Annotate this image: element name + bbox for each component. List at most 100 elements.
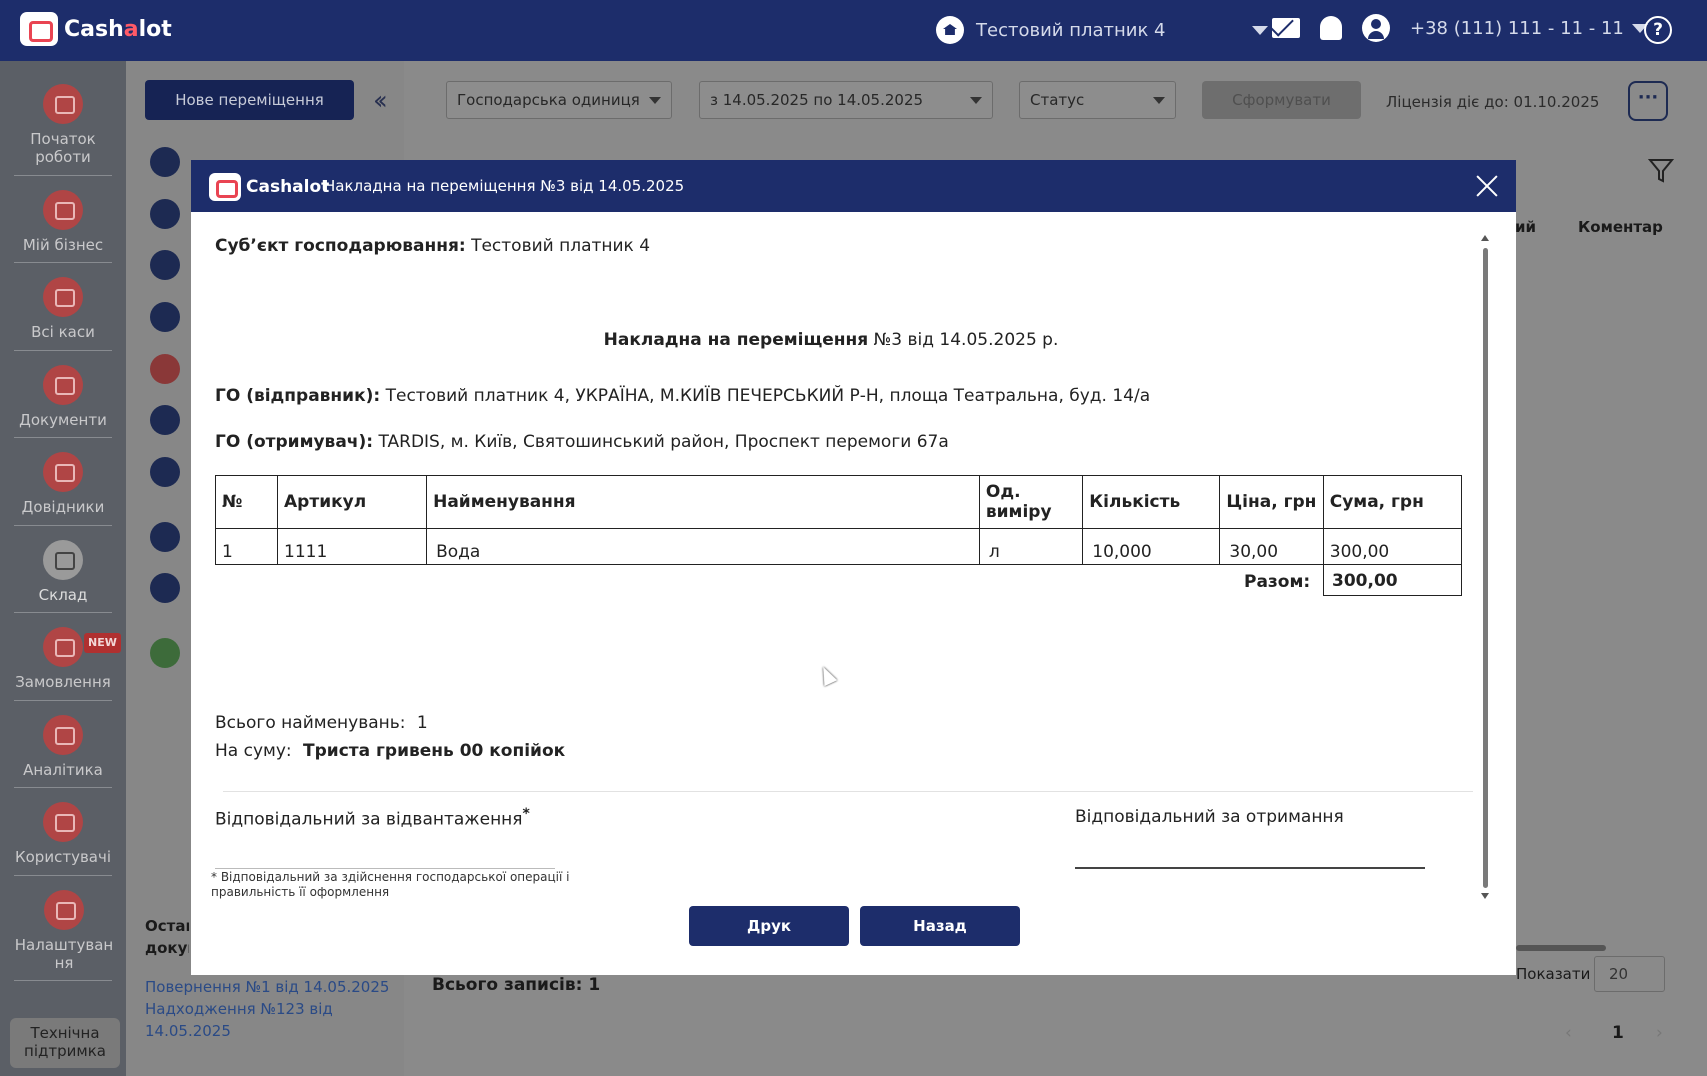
cell-name: Вода: [426, 528, 980, 565]
vertical-scrollbar[interactable]: [1483, 248, 1488, 888]
sidebar-divider: [14, 175, 112, 176]
receiver-label: ГО (отримувач):: [215, 432, 374, 452]
user-phone[interactable]: +38 (111) 111 - 11 - 11: [1410, 18, 1624, 39]
more-options-button[interactable]: ···: [1628, 81, 1668, 121]
cash-register-icon: [43, 277, 83, 317]
organization-selector[interactable]: Тестовий платник 4: [936, 16, 1268, 44]
items-count: Всього найменувань: 1: [215, 713, 428, 733]
business-unit-placeholder: Господарська одиниця: [457, 91, 640, 109]
column-header-unit: Од. виміру: [978, 475, 1084, 529]
chevron-down-icon: [970, 97, 982, 104]
shipping-responsible: Відповідальний за відвантаження*: [215, 806, 530, 830]
sidebar-item-getting-started[interactable]: Початок роботи: [14, 84, 112, 166]
back-button[interactable]: Назад: [860, 906, 1020, 946]
sidebar-item-directories[interactable]: Довідники: [14, 452, 112, 516]
cashalot-logo[interactable]: Cashalot: [20, 12, 172, 46]
shipping-signature-line[interactable]: [215, 868, 555, 869]
items-count-value: 1: [416, 713, 428, 733]
sidebar-divider: [14, 262, 112, 263]
receiving-signature-line[interactable]: [1075, 867, 1425, 869]
last-document-link[interactable]: Надходження №123 від 14.05.2025: [145, 998, 345, 1042]
bell-icon[interactable]: [1320, 16, 1342, 40]
sidebar-divider: [14, 980, 112, 981]
cell-number: 1: [214, 528, 279, 565]
horizontal-scrollbar[interactable]: [1516, 945, 1606, 951]
items-count-label: Всього найменувань:: [215, 713, 406, 733]
business-unit-select[interactable]: Господарська одиниця: [446, 81, 672, 119]
inventory-icon[interactable]: [150, 405, 180, 435]
top-bar: Cashalot Тестовий платник 4 +38 (111) 11…: [0, 0, 1707, 61]
logo-text: Cashalot: [246, 177, 330, 197]
total-label: Разом:: [1244, 572, 1311, 592]
sidebar-item-analytics[interactable]: Аналітика: [14, 715, 112, 779]
business-entity-label: Суб’єкт господарювання:: [215, 236, 466, 256]
package-icon[interactable]: [150, 522, 180, 552]
generate-button[interactable]: Сформувати: [1202, 81, 1361, 119]
logo-icon: [209, 173, 241, 201]
page-number[interactable]: 1: [1612, 1023, 1624, 1043]
document-title-number: №3 від 14.05.2025 р.: [873, 330, 1059, 350]
document-icon[interactable]: [150, 199, 180, 229]
list-icon[interactable]: [150, 250, 180, 280]
support-button[interactable]: Технічна підтримка: [10, 1018, 120, 1068]
column-header-partial[interactable]: ий: [1515, 218, 1536, 236]
column-header-comment[interactable]: Коментар: [1578, 218, 1663, 236]
scroll-up-icon[interactable]: [1481, 235, 1489, 241]
sidebar-item-users[interactable]: Користувачі: [14, 802, 112, 866]
sidebar-item-documents[interactable]: Документи: [14, 365, 112, 429]
transfer-icon[interactable]: [150, 638, 180, 668]
sum-in-words: На суму: Триста гривень 00 копійок: [215, 741, 565, 761]
page-size-label: Показати: [1516, 965, 1591, 983]
scroll-down-icon[interactable]: [1481, 893, 1489, 899]
mail-icon[interactable]: [1272, 18, 1300, 38]
footnote: * Відповідальний за здійснення господарс…: [211, 870, 570, 899]
warehouse-icon: [43, 540, 83, 580]
sidebar-item-my-business[interactable]: Мій бізнес: [14, 190, 112, 254]
column-header-quantity: Кількість: [1082, 475, 1221, 529]
receiving-responsible: Відповідальний за отримання: [1075, 807, 1344, 827]
section-divider: [223, 791, 1473, 792]
sidebar-item-label: Довідники: [21, 498, 105, 516]
status-placeholder: Статус: [1030, 91, 1085, 109]
next-page-icon[interactable]: ›: [1656, 1023, 1663, 1043]
document-title: Накладна на переміщення №3 від 14.05.202…: [191, 330, 1471, 350]
pallet-icon[interactable]: [150, 457, 180, 487]
sidebar-divider: [14, 875, 112, 876]
box-icon[interactable]: [150, 147, 180, 177]
print-button[interactable]: Друк: [689, 906, 849, 946]
help-icon[interactable]: ?: [1644, 16, 1672, 44]
column-header-number: №: [214, 475, 279, 529]
user-icon[interactable]: [1362, 14, 1390, 42]
last-document-link[interactable]: Повернення №1 від 14.05.2025: [145, 976, 389, 998]
return-icon[interactable]: [150, 354, 180, 384]
boxes-icon[interactable]: [150, 302, 180, 332]
gear-icon: [44, 890, 84, 930]
close-icon[interactable]: [1472, 171, 1502, 201]
collapse-panel-icon[interactable]: ‹‹: [373, 86, 388, 116]
sidebar-divider: [14, 700, 112, 701]
sidebar-item-settings[interactable]: Налаштування: [14, 890, 114, 972]
page-size-select[interactable]: 20: [1594, 956, 1665, 992]
filter-icon[interactable]: [1648, 158, 1674, 184]
business-entity-value: Тестовий платник 4: [471, 236, 651, 256]
sidebar-item-all-cash-registers[interactable]: Всі каси: [14, 277, 112, 341]
new-move-button[interactable]: Нове переміщення: [145, 80, 354, 120]
sidebar-divider: [14, 612, 112, 613]
items-table: № Артикул Найменування Од. виміру Кількі…: [214, 475, 1463, 565]
delivery-truck-icon[interactable]: [150, 573, 180, 603]
shipping-responsible-label: Відповідальний за відвантаження: [215, 809, 523, 830]
directory-icon: [43, 452, 83, 492]
sidebar-item-orders[interactable]: Замовлення NEW: [14, 627, 121, 691]
status-select[interactable]: Статус: [1019, 81, 1176, 119]
column-header-name: Найменування: [426, 475, 980, 529]
column-header-article: Артикул: [277, 475, 428, 529]
cell-price: 30,00: [1219, 528, 1324, 565]
business-entity: Суб’єкт господарювання: Тестовий платник…: [215, 236, 650, 256]
sidebar-item-warehouse[interactable]: Склад: [14, 540, 112, 604]
sidebar-item-label: Аналітика: [23, 761, 103, 779]
modal-logo: Cashalot: [209, 173, 329, 201]
sidebar-item-label: Документи: [19, 411, 107, 429]
sidebar-item-label: Всі каси: [31, 323, 95, 341]
date-range-input[interactable]: з 14.05.2025 по 14.05.2025: [699, 81, 993, 119]
prev-page-icon[interactable]: ‹: [1565, 1023, 1572, 1043]
